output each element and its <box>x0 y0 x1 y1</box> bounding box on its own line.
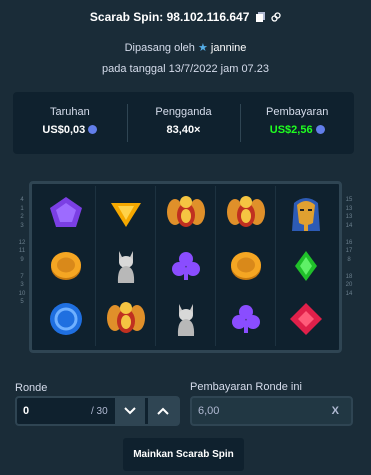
reel-column <box>156 186 216 346</box>
payline-number <box>344 264 354 273</box>
page-header: Scarab Spin: 98.102.116.647 <box>0 10 371 25</box>
payline-number: 14 <box>345 290 353 297</box>
purple-gem-icon <box>46 193 86 233</box>
rounds-decrease-button[interactable] <box>115 398 145 424</box>
placed-by-label: Dipasang oleh <box>124 42 195 54</box>
payline-number: 9 <box>20 256 24 263</box>
bet-date: pada tanggal 13/7/2022 jam 07.23 <box>102 63 269 75</box>
rounds-value: 0 <box>23 405 30 417</box>
silver-cat-icon <box>106 246 146 286</box>
rounds-increase-button[interactable] <box>148 398 178 424</box>
red-gem-icon <box>286 299 326 339</box>
payline-number <box>344 230 354 239</box>
payline-number: 5 <box>20 299 24 305</box>
stat-payout: Pembayaran US$2,56 <box>240 92 354 154</box>
pharaoh-mask-icon <box>286 193 326 233</box>
payline-number <box>18 230 26 239</box>
payline-number: 4 <box>20 197 24 203</box>
payline-number: 8 <box>347 256 351 263</box>
payline-number: 2 <box>20 214 24 220</box>
multiplier-value: 83,40× <box>166 124 201 136</box>
round-payout-label: Pembayaran Ronde ini <box>190 381 302 393</box>
paylines-right: 15 13 13 14 16 17 8 18 20 14 <box>344 196 354 307</box>
chevron-down-icon <box>124 407 136 415</box>
round-payout-value: 6,00 <box>198 405 220 417</box>
bet-label: Taruhan <box>49 106 90 118</box>
payline-number: 3 <box>20 222 24 229</box>
payline-number <box>344 298 354 307</box>
stat-bet: Taruhan US$0,03 <box>13 92 127 154</box>
purple-clover-icon <box>226 299 266 339</box>
clear-button[interactable]: X <box>332 405 339 417</box>
payline-number <box>18 264 26 273</box>
stat-multiplier: Pengganda 83,40× <box>126 92 241 154</box>
payline-number: 15 <box>345 197 353 203</box>
green-diamond-icon <box>286 246 326 286</box>
gold-coin-icon <box>46 246 86 286</box>
username-link[interactable]: jannine <box>211 42 246 54</box>
stats-panel: Taruhan US$0,03 Pengganda 83,40× Pembaya… <box>13 92 354 154</box>
payline-number: 14 <box>345 222 353 229</box>
silver-cat-icon <box>166 299 206 339</box>
payline-number: 13 <box>345 205 353 212</box>
copy-icon[interactable] <box>255 11 265 25</box>
payline-number: 1 <box>20 205 24 212</box>
chevron-up-icon <box>157 407 169 415</box>
reel-column <box>276 186 335 346</box>
blue-ring-icon <box>46 299 86 339</box>
payline-number: 10 <box>18 290 26 297</box>
payline-number: 16 <box>345 239 353 246</box>
payline-number: 3 <box>20 282 24 288</box>
reel-column <box>216 186 276 346</box>
reel-grid <box>29 181 342 353</box>
payline-number: 13 <box>345 214 353 220</box>
rounds-label: Ronde <box>15 382 48 394</box>
payline-number: 12 <box>18 239 26 246</box>
scarab-icon <box>166 193 206 233</box>
payline-number: 17 <box>345 248 353 254</box>
play-scarab-spin-button[interactable]: Mainkan Scarab Spin <box>123 438 244 471</box>
paylines-left: 4123 12 11 9 7 3 10 5 <box>18 196 26 307</box>
payline-number: 11 <box>18 248 26 254</box>
rounds-total: / 30 <box>91 406 108 417</box>
eth-coin-icon <box>315 124 325 134</box>
link-icon[interactable] <box>271 11 281 25</box>
star-icon: ★ <box>197 42 208 54</box>
scarab-icon <box>226 193 266 233</box>
payline-number: 7 <box>20 273 24 280</box>
reel-column <box>96 186 156 346</box>
purple-clover-icon <box>166 246 206 286</box>
rounds-input[interactable]: 0 / 30 <box>15 396 180 426</box>
gold-coin-icon <box>226 246 266 286</box>
reel-column <box>36 186 96 346</box>
page-title: Scarab Spin: 98.102.116.647 <box>89 10 250 24</box>
payline-number: 20 <box>345 282 353 288</box>
placed-by: Dipasang oleh ★ jannine <box>0 41 371 54</box>
payout-value: US$2,56 <box>240 124 354 136</box>
round-payout-input[interactable]: 6,00 X <box>190 396 353 426</box>
payout-label: Pembayaran <box>265 106 329 118</box>
yellow-triangle-gem-icon <box>106 193 146 233</box>
multiplier-label: Pengganda <box>155 106 212 118</box>
eth-coin-icon <box>88 124 98 134</box>
scarab-icon <box>106 299 146 339</box>
bet-value: US$0,03 <box>13 124 127 136</box>
payline-number: 18 <box>345 273 353 280</box>
